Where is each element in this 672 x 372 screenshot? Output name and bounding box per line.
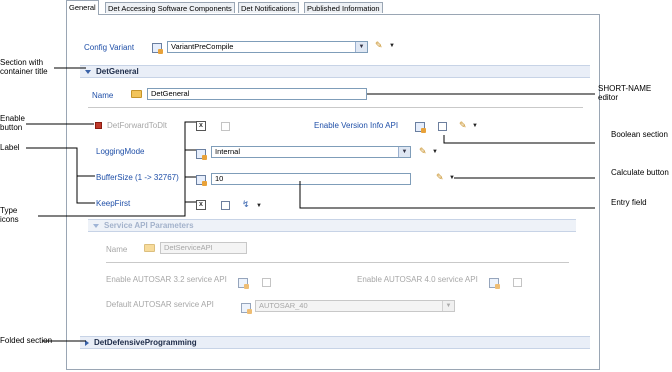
callout-section-container: Section with container title [0,58,48,76]
callout-boolean-section: Boolean section [611,130,668,139]
callout-enable-button: Enable button [0,114,25,132]
callout-lines [26,67,595,342]
callout-entry-field: Entry field [611,198,647,207]
callout-short-name-editor: SHORT-NAME editor [598,84,652,102]
tab-general[interactable]: General [66,0,99,15]
callout-folded-section: Folded section [0,336,53,345]
callout-label: Label [0,143,20,152]
callout-calculate-button: Calculate button [611,168,669,177]
callout-type-icons: Type icons [0,206,19,224]
